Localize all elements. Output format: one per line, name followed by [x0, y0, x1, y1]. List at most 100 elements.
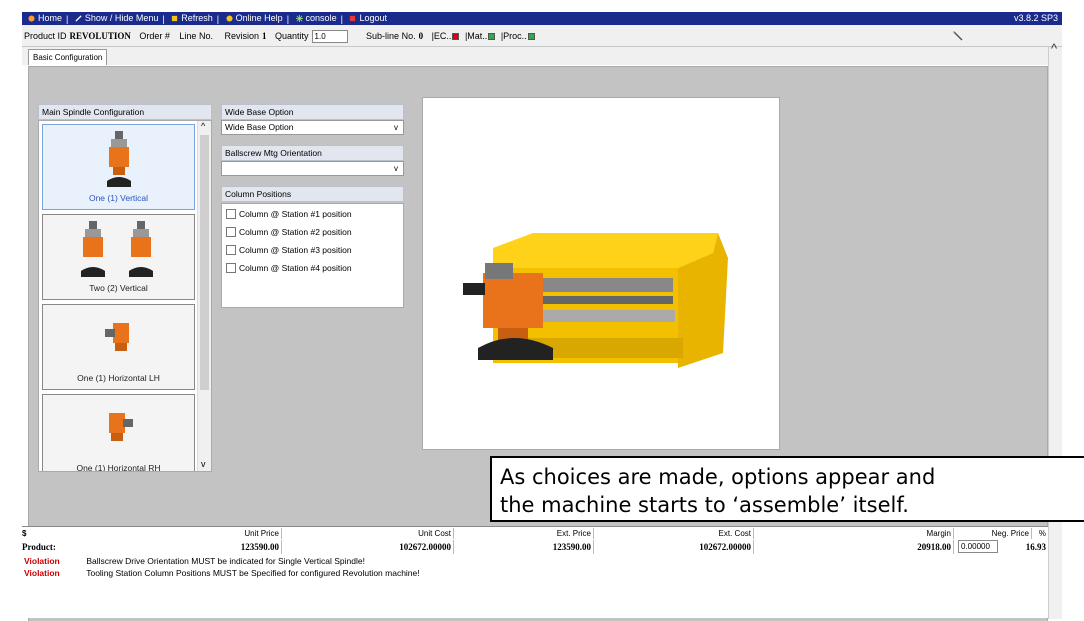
chevron-down-icon: v — [394, 123, 398, 132]
margin-header: Margin — [754, 528, 954, 539]
subline-label: Sub-line No. — [366, 31, 416, 41]
ec-status-indicator — [452, 33, 460, 41]
nav-home[interactable]: Home — [28, 12, 62, 25]
column-station-4-row[interactable]: Column @ Station #4 position — [226, 261, 352, 275]
nav-refresh[interactable]: Refresh — [171, 12, 213, 25]
column-positions-header: Column Positions — [221, 186, 404, 202]
column-station-3-row[interactable]: Column @ Station #3 position — [226, 243, 352, 257]
product-id-value: REVOLUTION — [69, 31, 131, 41]
unit-cost-value: 102672.00000 — [282, 540, 454, 554]
column-station-3-label: Column @ Station #3 position — [239, 245, 352, 255]
ext-price-header: Ext. Price — [454, 528, 594, 539]
spindle-list-scrollbar[interactable]: ^ v — [197, 121, 211, 471]
revision-value: 1 — [261, 31, 267, 41]
column-station-3-checkbox[interactable] — [226, 245, 236, 255]
console-icon — [295, 15, 303, 22]
nav-show-hide-menu[interactable]: Show / Hide Menu — [75, 12, 158, 25]
percent-header: % — [1038, 529, 1046, 538]
unit-price-value: 123590.00 — [102, 540, 282, 554]
product-id-label: Product ID — [24, 31, 67, 41]
callout-line-1: As choices are made, options appear and — [500, 465, 936, 489]
column-station-2-label: Column @ Station #2 position — [239, 227, 352, 237]
mat-label[interactable]: |Mat.. — [465, 31, 487, 41]
quantity-input[interactable]: 1.0 — [311, 30, 348, 44]
column-positions-list: Column @ Station #1 position Column @ St… — [221, 203, 404, 308]
spindle-option-label: Two (2) Vertical — [89, 283, 148, 293]
nav-refresh-label: Refresh — [181, 13, 213, 23]
subline-value: 0 — [418, 31, 424, 41]
revision-label: Revision — [224, 31, 259, 41]
nav-console-label: console — [305, 13, 337, 23]
quantity-label: Quantity — [275, 31, 309, 41]
line-no-label: Line No. — [179, 31, 213, 41]
chevron-down-icon: v — [394, 164, 398, 173]
column-station-2-row[interactable]: Column @ Station #2 position — [226, 225, 352, 239]
ec-label[interactable]: |EC.. — [432, 31, 452, 41]
violation-row: Violation Tooling Station Column Positio… — [24, 568, 420, 579]
machine-preview-image — [422, 97, 780, 450]
percent-value: 16.93 — [1025, 542, 1046, 552]
spindle-scroll-thumb[interactable] — [200, 135, 209, 390]
neg-price-input[interactable]: 0.00000 — [958, 540, 998, 553]
wide-base-select-value: Wide Base Option — [225, 122, 294, 132]
spindle-config-list: One (1) Vertical Two (2) Vertical One (1… — [38, 120, 212, 472]
wide-base-select[interactable]: Wide Base Option v — [221, 120, 404, 135]
ballscrew-header: Ballscrew Mtg Orientation — [221, 145, 404, 161]
spindle-option-label: One (1) Vertical — [88, 193, 149, 203]
nav-console[interactable]: console — [295, 12, 337, 25]
horizontal-lh-spindle-icon — [104, 323, 129, 351]
violation-message: Tooling Station Column Positions MUST be… — [86, 568, 420, 578]
violation-tag: Violation — [24, 556, 60, 566]
column-station-1-row[interactable]: Column @ Station #1 position — [226, 207, 352, 221]
home-icon — [28, 15, 35, 22]
column-station-4-checkbox[interactable] — [226, 263, 236, 273]
ext-cost-header: Ext. Cost — [594, 528, 754, 539]
annotation-callout: As choices are made, options appear and … — [490, 456, 1084, 522]
scroll-up-icon[interactable]: ^ — [1051, 41, 1057, 56]
nav-home-label: Home — [38, 13, 63, 23]
nav-logout[interactable]: Logout — [349, 12, 387, 25]
scroll-down-icon[interactable]: v — [201, 459, 206, 469]
callout-line-2: the machine starts to ‘assemble’ itself. — [500, 493, 909, 517]
machine-assembly-icon — [463, 233, 728, 368]
wide-base-header: Wide Base Option — [221, 104, 404, 120]
product-row-label: Product: — [22, 542, 56, 552]
proc-label[interactable]: |Proc.. — [501, 31, 527, 41]
violation-tag: Violation — [24, 568, 60, 578]
violation-message: Ballscrew Drive Orientation MUST be indi… — [86, 556, 365, 566]
ballscrew-select[interactable]: v — [221, 161, 404, 176]
violation-row: Violation Ballscrew Drive Orientation MU… — [24, 556, 365, 567]
unit-cost-header: Unit Cost — [282, 528, 454, 539]
unit-price-header: Unit Price — [102, 528, 282, 539]
two-vertical-spindle-icon — [80, 221, 153, 277]
spindle-option-two-vertical[interactable]: Two (2) Vertical — [42, 214, 195, 300]
spindle-option-label: One (1) Horizontal LH — [77, 373, 160, 383]
ext-price-value: 123590.00 — [454, 540, 594, 554]
margin-value: 20918.00 — [754, 540, 954, 554]
violations-list: Violation Ballscrew Drive Orientation MU… — [22, 556, 1048, 618]
pricing-table: $ Product: Unit Price 123590.00 Unit Cos… — [22, 526, 1048, 556]
scroll-up-icon[interactable]: ^ — [201, 121, 205, 131]
column-station-1-checkbox[interactable] — [226, 209, 236, 219]
column-station-2-checkbox[interactable] — [226, 227, 236, 237]
pen-icon[interactable] — [952, 30, 964, 42]
spindle-option-one-horizontal-lh[interactable]: One (1) Horizontal LH — [42, 304, 195, 390]
tab-basic-configuration[interactable]: Basic Configuration — [28, 49, 108, 65]
horizontal-rh-spindle-icon — [108, 413, 133, 441]
column-station-1-label: Column @ Station #1 position — [239, 209, 352, 219]
nav-logout-label: Logout — [359, 13, 387, 23]
ext-cost-value: 102672.00000 — [594, 540, 754, 554]
neg-price-header: Neg. Price — [954, 528, 1032, 539]
spindle-option-one-vertical[interactable]: One (1) Vertical — [42, 124, 195, 210]
column-station-4-label: Column @ Station #4 position — [239, 263, 352, 273]
spindle-option-one-horizontal-rh[interactable]: One (1) Horizontal RH — [42, 394, 195, 471]
nav-online-help-label: Online Help — [235, 13, 283, 23]
page-scrollbar[interactable]: ^ — [1048, 41, 1062, 619]
proc-status-indicator — [527, 33, 535, 41]
logout-icon — [350, 15, 356, 22]
menu-toggle-icon — [75, 15, 82, 22]
tab-strip: Basic Configuration — [22, 47, 1048, 65]
nav-online-help[interactable]: Online Help — [226, 12, 283, 25]
vertical-spindle-icon — [106, 131, 131, 187]
product-info-bar: Product ID REVOLUTION Order # Line No. Re… — [22, 25, 1062, 47]
